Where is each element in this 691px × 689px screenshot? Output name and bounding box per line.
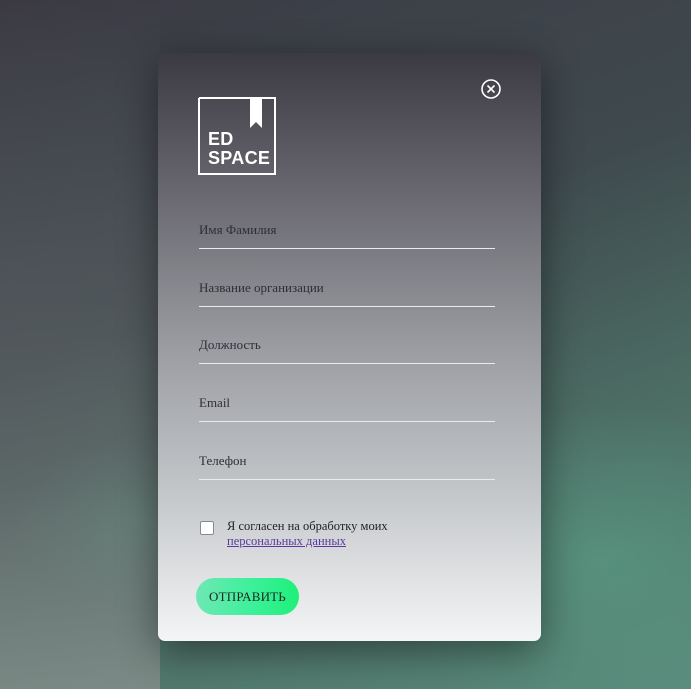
full-name-input[interactable] <box>199 218 495 242</box>
consent-checkbox[interactable] <box>200 521 214 535</box>
bookmark-icon <box>250 97 262 128</box>
consent-label: Я согласен на обработку моих <box>227 519 388 533</box>
organization-input[interactable] <box>199 276 495 300</box>
close-button[interactable] <box>480 78 502 100</box>
logo-line-1: ED <box>208 129 234 149</box>
background-overlay <box>0 0 160 689</box>
email-input[interactable] <box>199 391 495 415</box>
organization-field[interactable] <box>199 276 495 307</box>
logo-line-2: SPACE <box>208 148 271 168</box>
consent-text: Я согласен на обработку моих персональны… <box>227 519 388 549</box>
position-input[interactable] <box>199 333 495 357</box>
close-icon <box>481 79 501 99</box>
submit-button[interactable]: ОТПРАВИТЬ <box>196 578 299 615</box>
full-name-field[interactable] <box>199 218 495 249</box>
personal-data-link[interactable]: персональных данных <box>227 534 388 549</box>
logo-text: ED SPACE <box>208 130 270 168</box>
phone-input[interactable] <box>199 449 495 473</box>
position-field[interactable] <box>199 333 495 364</box>
email-field[interactable] <box>199 391 495 422</box>
phone-field[interactable] <box>199 449 495 480</box>
request-form-modal: ED SPACE Я согласен на обработку моих пе… <box>158 53 541 641</box>
edspace-logo: ED SPACE <box>198 97 276 175</box>
